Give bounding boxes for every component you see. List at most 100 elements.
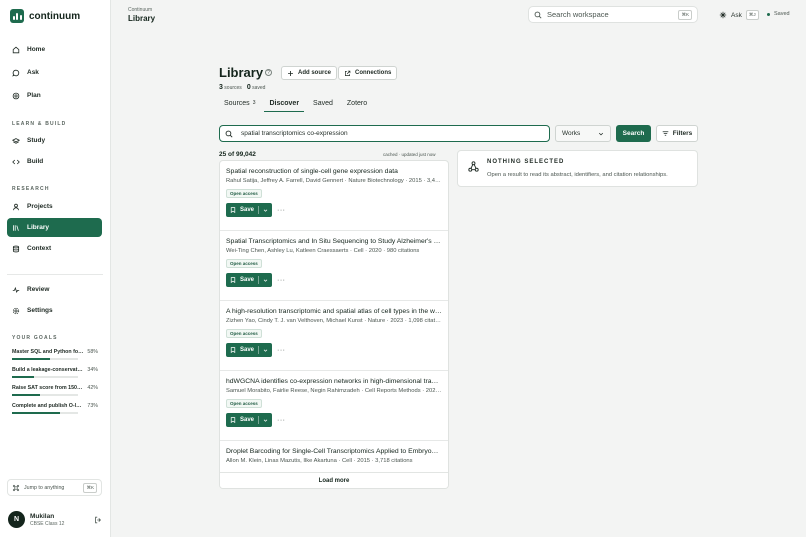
help-icon[interactable]: ?	[265, 69, 272, 76]
goal-label: Build a leakage-conservative model	[12, 367, 84, 373]
nav-item-projects[interactable]: Projects	[7, 197, 102, 216]
goal-item[interactable]: Master SQL and Python for data analysis5…	[12, 349, 98, 360]
goal-progress-fill	[12, 376, 35, 378]
goal-progress-fill	[12, 358, 51, 360]
user-profile[interactable]: N Mukilan CBSE Class 12	[8, 511, 102, 528]
bookmark-icon	[230, 277, 236, 283]
result-item[interactable]: Spatial reconstruction of single-cell ge…	[220, 161, 448, 231]
goal-label: Complete and publish O-level research	[12, 403, 84, 409]
save-button[interactable]: Save	[226, 273, 273, 287]
chevron-down-icon[interactable]	[263, 418, 268, 423]
result-title[interactable]: hdWGCNA identifies co-expression network…	[226, 378, 442, 385]
goal-item[interactable]: Raise SAT score from 1500 to 155042%	[12, 385, 98, 396]
result-item[interactable]: Spatial Transcriptomics and In Situ Sequ…	[220, 231, 448, 301]
external-link-icon	[345, 70, 351, 76]
results-list: Spatial reconstruction of single-cell ge…	[219, 160, 449, 489]
chevron-down-icon[interactable]	[263, 208, 268, 213]
result-meta: Wei-Ting Chen, Ashley Lu, Katleen Craess…	[226, 248, 420, 254]
nav-label: Review	[27, 286, 50, 293]
section-heading-learn: LEARN & BUILD	[12, 121, 67, 127]
home-icon	[12, 46, 20, 53]
nav-item-review[interactable]: Review	[7, 280, 102, 299]
result-item[interactable]: A high-resolution transcriptomic and spa…	[220, 301, 448, 371]
sparkle-icon	[719, 11, 727, 19]
result-title[interactable]: Spatial Transcriptomics and In Situ Sequ…	[226, 238, 442, 245]
nav-label: Build	[27, 158, 44, 165]
more-options-icon[interactable]: ···	[277, 347, 286, 354]
more-options-icon[interactable]: ···	[277, 207, 286, 214]
library-icon	[13, 224, 19, 231]
database-icon	[12, 245, 20, 252]
goal-percent: 58%	[87, 349, 98, 355]
workspace-search-input[interactable]: Search workspace ⌘K	[528, 6, 698, 23]
saved-count-label: saved	[252, 85, 266, 91]
breadcrumb-parent[interactable]: Continuum	[128, 7, 152, 13]
nav-item-settings[interactable]: Settings	[7, 301, 102, 320]
result-title[interactable]: Droplet Barcoding for Single-Cell Transc…	[226, 448, 442, 455]
tab-badge: 3	[252, 100, 256, 106]
nav-item-study[interactable]: Study	[7, 131, 102, 150]
split-divider	[258, 276, 260, 284]
bookmark-icon	[230, 417, 236, 423]
goal-progress-fill	[12, 394, 40, 396]
tab-sources[interactable]: Sources 3	[219, 98, 260, 112]
result-item[interactable]: hdWGCNA identifies co-expression network…	[220, 371, 448, 441]
filters-button[interactable]: Filters	[656, 125, 698, 142]
goal-progress-bar	[12, 358, 78, 360]
nav-item-plan[interactable]: Plan	[7, 86, 102, 105]
ask-button[interactable]: Ask ⌘J	[719, 10, 759, 20]
connections-button[interactable]: Connections	[338, 66, 398, 80]
library-tabs: Sources 3 Discover Saved Zotero	[219, 98, 376, 112]
add-source-button[interactable]: Add source	[281, 66, 338, 80]
tab-label: Zotero	[346, 100, 368, 107]
goal-progress-bar	[12, 412, 78, 414]
tab-saved[interactable]: Saved	[308, 98, 338, 112]
saved-count: 0	[246, 84, 251, 91]
chevron-down-icon[interactable]	[263, 278, 268, 283]
logo-mark-icon	[10, 9, 24, 23]
load-more-button[interactable]: Load more	[220, 472, 448, 488]
cache-status: cached · updated just now	[383, 152, 436, 157]
section-heading-research: RESEARCH	[12, 186, 50, 192]
sources-count: 3	[219, 84, 223, 91]
save-button[interactable]: Save	[226, 203, 273, 217]
sources-count-label: sources	[224, 85, 242, 91]
chevron-down-icon	[598, 132, 604, 135]
tab-label: Saved	[313, 100, 333, 107]
goal-item[interactable]: Complete and publish O-level research73%	[12, 403, 98, 414]
goal-label: Master SQL and Python for data analysis	[12, 349, 84, 355]
bookmark-icon	[230, 207, 236, 213]
discover-search-input[interactable]: spatial transcriptomics co-expression	[219, 125, 550, 142]
save-button[interactable]: Save	[226, 343, 273, 357]
split-divider	[258, 206, 260, 214]
goal-percent: 73%	[87, 403, 98, 409]
goal-item[interactable]: Build a leakage-conservative model34%	[12, 367, 98, 378]
section-heading-goals: YOUR GOALS	[12, 335, 58, 341]
tab-zotero[interactable]: Zotero	[342, 98, 372, 112]
filters-label: Filters	[672, 130, 693, 137]
nav-item-library[interactable]: Library	[7, 218, 102, 237]
more-options-icon[interactable]: ···	[277, 417, 286, 424]
status-dot	[767, 12, 770, 16]
jump-label: Jump to anything	[24, 484, 65, 491]
query-value: spatial transcriptomics co-expression	[241, 130, 348, 137]
result-title[interactable]: A high-resolution transcriptomic and spa…	[226, 308, 442, 315]
save-button[interactable]: Save	[226, 413, 273, 427]
save-label: Save	[240, 417, 255, 423]
nav-label: Projects	[27, 203, 53, 210]
tab-discover[interactable]: Discover	[264, 98, 305, 112]
chevron-down-icon[interactable]	[263, 348, 268, 353]
nav-item-build[interactable]: Build	[7, 152, 102, 171]
more-options-icon[interactable]: ···	[277, 277, 286, 284]
nav-item-home[interactable]: Home	[7, 40, 102, 59]
logout-icon[interactable]	[94, 516, 102, 524]
nav-item-context[interactable]: Context	[7, 239, 102, 258]
jump-to-anything-button[interactable]: Jump to anything ⌘K	[7, 479, 102, 496]
app-name: continuum	[29, 10, 81, 22]
nav-label: Context	[27, 245, 52, 252]
result-type-select[interactable]: Works	[555, 125, 611, 142]
result-title[interactable]: Spatial reconstruction of single-cell ge…	[226, 168, 442, 175]
nav-item-ask[interactable]: Ask	[7, 63, 102, 82]
search-button[interactable]: Search	[616, 125, 651, 142]
app-logo[interactable]: continuum	[10, 9, 80, 23]
